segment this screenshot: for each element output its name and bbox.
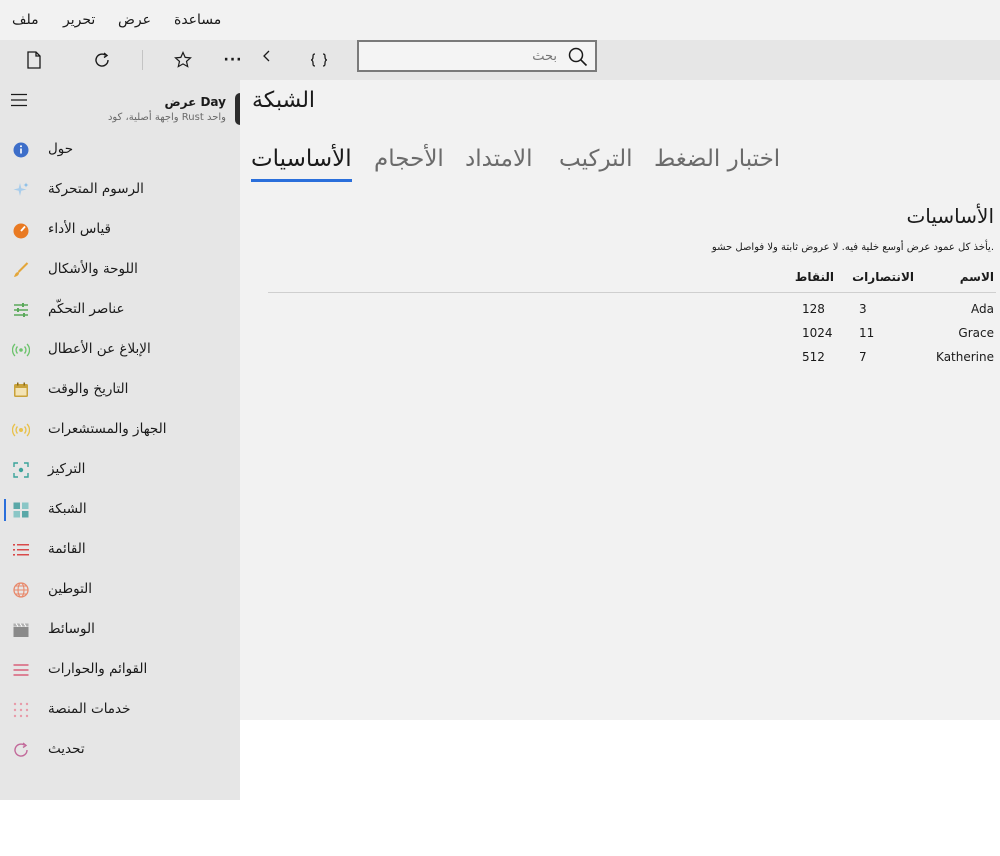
menu-file[interactable]: ملف [12,12,39,28]
menu-lines-icon [12,661,30,679]
sidebar-item-menus-dialogs[interactable]: القوائم والحوارات [0,650,240,690]
sidebar-item-label: التركيز [48,461,86,477]
sidebar-item-crash-reporting[interactable]: الإبلاغ عن الأعطال [0,330,240,370]
sidebar-item-label: التوطين [48,581,93,597]
sidebar-item-focus[interactable]: التركيز [0,450,240,490]
sidebar-item-label: عناصر التحكّم [48,301,125,317]
toolbar-separator [142,50,143,70]
page-title: الشبكة [252,88,316,113]
cell-wins: 11 [859,326,875,340]
sidebar-item-list[interactable]: القائمة [0,530,240,570]
sidebar-item-localization[interactable]: التوطين [0,570,240,610]
star-icon[interactable] [163,40,203,80]
sidebar-item-label: الشبكة [48,501,87,517]
search-input[interactable] [367,46,557,66]
section-description: يأخذ كل عمود عرض أوسع خلية فيه. لا عروض … [711,242,994,253]
column-header-points: النقاط [794,270,834,284]
cell-wins: 7 [859,350,867,364]
main-content: الشبكة الأساسيات الأحجام الامتداد التركي… [240,80,1000,720]
cell-points: 128 [802,302,825,316]
tab-basics[interactable]: الأساسيات [251,146,352,172]
sidebar-item-label: القائمة [48,541,86,557]
sidebar-item-device-sensors[interactable]: الجهاز والمستشعرات [0,410,240,450]
menu-edit[interactable]: تحرير [63,12,95,28]
broadcast-icon [11,341,31,359]
cell-name: Katherine [936,350,994,364]
sidebar-item-label: خدمات المنصة [48,701,131,717]
sidebar-item-label: التاريخ والوقت [48,381,129,397]
app-subtitle: واجهة أصلية، كود Rust واحد [107,112,226,123]
menu-view[interactable]: عرض [118,12,151,28]
column-header-wins: الانتصارات [852,270,914,284]
sparkle-icon [12,181,30,199]
section-title: الأساسيات [906,204,994,228]
chevron-left-icon[interactable] [247,36,287,76]
sidebar-item-label: اللوحة والأشكال [48,261,138,277]
cell-name: Ada [971,302,994,316]
cell-points: 512 [802,350,825,364]
hamburger-menu-icon[interactable] [10,92,30,108]
sensor-icon [11,421,31,439]
menu-bar: ملف تحرير عرض مساعدة [0,0,1000,40]
sidebar-item-label: الوسائط [48,621,95,637]
cell-name: Grace [958,326,994,340]
active-tab-indicator [251,179,352,182]
sidebar-item-date-time[interactable]: التاريخ والوقت [0,370,240,410]
app-title: عرض Day [164,95,226,109]
sidebar-item-label: القوائم والحوارات [48,661,148,677]
sidebar-item-controls[interactable]: عناصر التحكّم [0,290,240,330]
sidebar-item-media[interactable]: الوسائط [0,610,240,650]
dots-grid-icon [12,701,30,719]
sidebar-item-label: الرسوم المتحركة [48,181,144,197]
sidebar-item-label: حول [48,141,74,157]
brush-icon [12,261,30,279]
sidebar-item-animations[interactable]: الرسوم المتحركة [0,170,240,210]
grid-icon [12,501,30,519]
sidebar-item-platform-services[interactable]: خدمات المنصة [0,690,240,730]
column-header-name: الاسم [959,270,994,284]
braces-icon[interactable] [299,40,339,80]
sidebar-item-label: تحديث [48,741,85,757]
update-icon [12,741,30,759]
cell-wins: 3 [859,302,867,316]
table-divider [268,292,996,293]
sidebar-item-label: الجهاز والمستشعرات [48,421,167,437]
sidebar-item-label: قياس الأداء [48,221,111,237]
tab-stress-test[interactable]: اختبار الضغط [654,146,780,172]
sidebar: عرض Day واجهة أصلية، كود Rust واحد حول ا… [0,80,240,800]
sliders-icon [12,301,30,319]
gauge-icon [12,221,30,239]
sidebar-item-about[interactable]: حول [0,130,240,170]
search-icon[interactable] [567,46,589,68]
sidebar-item-update[interactable]: تحديث [0,730,240,770]
calendar-icon [12,381,30,399]
sidebar-item-grid[interactable]: الشبكة [0,490,240,530]
sidebar-item-performance[interactable]: قياس الأداء [0,210,240,250]
list-icon [12,541,30,559]
cell-points: 1024 [802,326,833,340]
clapper-icon [12,621,30,639]
globe-icon [12,581,30,599]
tab-span[interactable]: الامتداد [465,146,532,172]
refresh-icon[interactable] [82,40,122,80]
tab-composition[interactable]: التركيب [559,146,633,172]
menu-help[interactable]: مساعدة [174,12,221,28]
new-document-icon[interactable] [14,40,54,80]
info-icon [12,141,30,159]
sidebar-item-label: الإبلاغ عن الأعطال [48,341,151,357]
sidebar-item-canvas[interactable]: اللوحة والأشكال [0,250,240,290]
tab-sizes[interactable]: الأحجام [374,146,444,172]
focus-icon [12,461,30,479]
search-box [357,40,597,72]
